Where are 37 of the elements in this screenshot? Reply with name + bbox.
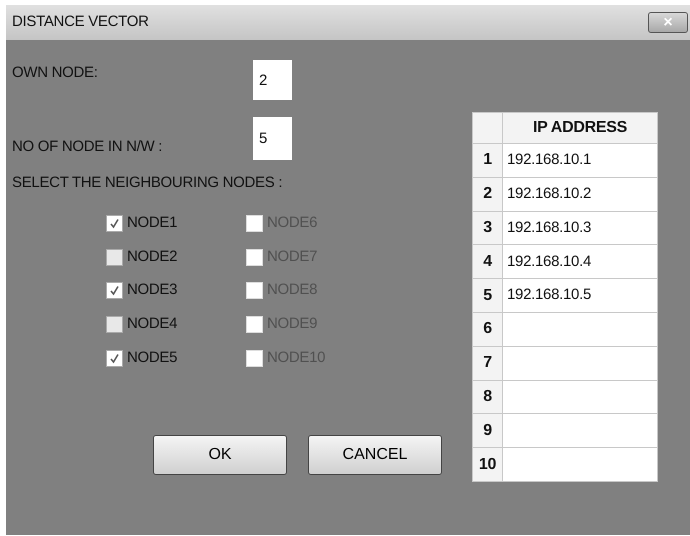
row-number: 7: [472, 346, 502, 380]
checkbox[interactable]: [106, 248, 123, 266]
row-number: 5: [472, 278, 502, 312]
row-number: 6: [472, 312, 502, 346]
check-icon: [109, 218, 120, 229]
field-label: OWN NODE:: [12, 63, 99, 83]
checkbox[interactable]: [106, 282, 123, 300]
checkbox-label: NODE1: [127, 213, 178, 234]
row-number: 10: [472, 448, 502, 482]
row-number: 2: [472, 177, 502, 212]
row-number: 3: [472, 211, 502, 245]
column-header: IP ADDRESS: [502, 112, 658, 144]
window-title: DISTANCE VECTOR: [12, 12, 149, 32]
table-cell: 192.168.10.3: [502, 211, 658, 245]
row-number: 9: [472, 414, 502, 448]
checkbox[interactable]: [106, 316, 123, 333]
table-cell: 192.168.10.1: [502, 144, 658, 178]
row-number: 8: [472, 380, 502, 414]
checkbox-label: NODE2: [127, 246, 178, 267]
checkbox-label: NODE4: [127, 314, 178, 334]
table-cell: 192.168.10.5: [502, 278, 658, 312]
checkbox[interactable]: [106, 350, 123, 367]
row-number: 1: [472, 144, 502, 178]
row-number: 4: [472, 244, 502, 279]
table-cell: 192.168.10.2: [502, 177, 658, 212]
check-icon: [109, 285, 120, 296]
section-label: SELECT THE NEIGHBOURING NODES :: [12, 174, 282, 191]
table-cell: 192.168.10.4: [502, 244, 658, 279]
field-label: NO OF NODE IN N/W :: [12, 137, 164, 157]
input-field[interactable]: 2: [253, 60, 292, 100]
ok-button[interactable]: OK: [153, 434, 287, 475]
check-icon: [109, 352, 120, 364]
cancel-button[interactable]: CANCEL: [308, 434, 442, 475]
input-field[interactable]: 5: [253, 117, 292, 160]
checkbox-label: NODE5: [127, 348, 178, 368]
checkbox[interactable]: [106, 214, 123, 232]
checkbox-label: NODE3: [127, 280, 178, 300]
